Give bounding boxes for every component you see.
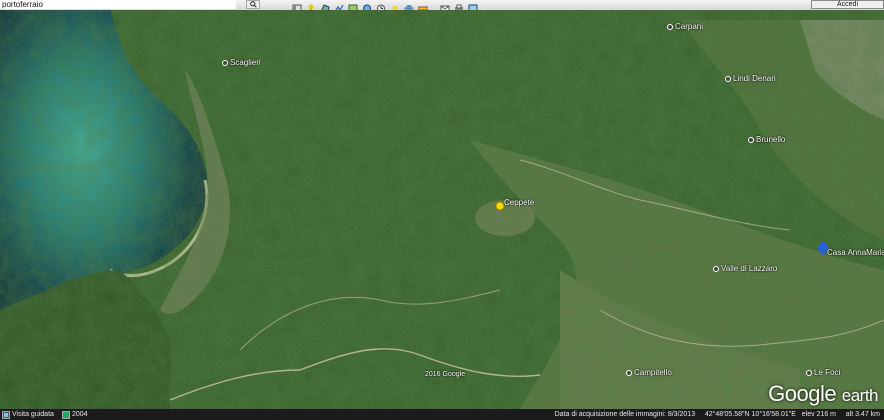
historical-year[interactable]: 2004 — [62, 410, 88, 419]
poi-icon — [222, 59, 228, 66]
place-brunello[interactable]: Brunello — [748, 135, 785, 144]
imagery-date: Data di acquisizione delle immagini: 8/3… — [554, 411, 696, 418]
poi-icon — [806, 369, 812, 376]
login-button[interactable]: Accedi — [811, 0, 884, 9]
print-button[interactable] — [454, 0, 464, 11]
historical-imagery-button[interactable] — [376, 0, 386, 13]
place-label: Brunello — [756, 135, 786, 144]
logo-main-text: Google — [768, 381, 837, 406]
place-le-foci[interactable]: Le Foci — [806, 368, 840, 377]
coordinates-readout: 42°48'05.58"N 10°16'58.01"E — [704, 411, 796, 418]
place-label: Campitello — [634, 368, 672, 377]
place-label: Carpani — [675, 22, 704, 31]
poi-icon — [748, 136, 754, 143]
place-label: Lindi Denari — [733, 74, 776, 83]
polygon-button[interactable] — [320, 0, 330, 13]
ruler-button[interactable] — [417, 0, 429, 11]
elevation-readout: elev 216 m — [801, 411, 837, 418]
poi-icon — [667, 23, 673, 30]
tour-guide-icon — [2, 410, 10, 419]
clock-icon — [62, 410, 70, 419]
status-bar: Visita guidata 2004 Data di acquisizione… — [0, 409, 884, 420]
save-image-button[interactable] — [468, 0, 478, 13]
place-campitello[interactable]: Campitello — [626, 368, 672, 377]
poi-icon — [713, 265, 719, 272]
logo-suffix-text: earth — [841, 386, 879, 405]
place-label: Le Foci — [814, 368, 841, 377]
tour-guide-label: Visita guidata — [12, 411, 54, 418]
place-label: Casa AnnaMaria — [827, 248, 884, 257]
poi-icon — [725, 75, 731, 82]
tour-guide-button[interactable]: Visita guidata — [2, 410, 54, 419]
search-icon — [249, 1, 257, 8]
copyright-label: 2016 Google — [425, 371, 466, 378]
place-label: Ceppete — [504, 198, 535, 207]
place-casa-annamaria[interactable]: Casa AnnaMaria — [827, 248, 884, 257]
google-earth-logo: Google earth — [768, 381, 878, 407]
place-label: Scaglieri — [230, 58, 261, 67]
placemark-button[interactable] — [306, 0, 316, 13]
map-view[interactable]: Scaglieri Ceppete Carpani Lindi Denari B… — [0, 10, 884, 409]
place-carpani[interactable]: Carpani — [667, 22, 703, 31]
altitude-readout: alt 3.47 km — [845, 411, 880, 418]
path-button[interactable] — [334, 0, 344, 13]
place-lindi-denari[interactable]: Lindi Denari — [725, 74, 776, 83]
status-readout: Data di acquisizione delle immagini: 8/3… — [555, 409, 880, 420]
place-ceppete[interactable]: Ceppete — [504, 198, 534, 207]
place-valle-di-lazzaro[interactable]: Valle di Lazzaro — [713, 264, 777, 273]
planets-button[interactable] — [403, 0, 415, 12]
map-copyright: 2016 Google — [425, 371, 465, 378]
tour-record-button[interactable] — [362, 0, 372, 13]
place-scaglieri[interactable]: Scaglieri — [222, 58, 261, 67]
email-button[interactable] — [440, 0, 450, 13]
hide-sidebar-button[interactable] — [292, 0, 302, 13]
year-label: 2004 — [72, 411, 88, 418]
place-label: Valle di Lazzaro — [721, 264, 778, 273]
sunlight-button[interactable] — [390, 0, 400, 11]
search-input[interactable] — [0, 0, 236, 9]
search-button[interactable] — [246, 0, 260, 9]
poi-icon — [626, 369, 632, 376]
satellite-imagery — [0, 10, 884, 409]
overlay-button[interactable] — [348, 0, 358, 13]
